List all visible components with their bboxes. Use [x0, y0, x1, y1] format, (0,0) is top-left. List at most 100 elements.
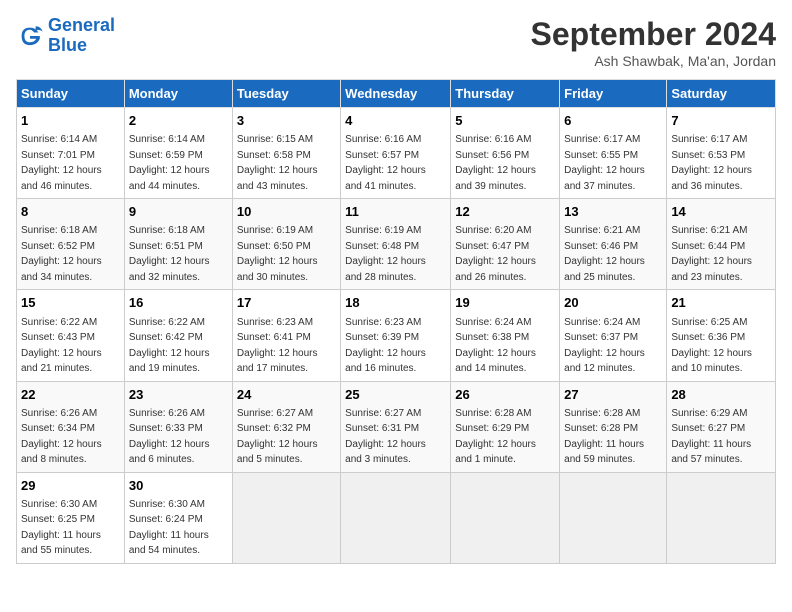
calendar-table: SundayMondayTuesdayWednesdayThursdayFrid…	[16, 79, 776, 564]
weekday-header: Monday	[124, 80, 232, 108]
day-number: 7	[671, 112, 771, 130]
day-number: 24	[237, 386, 336, 404]
calendar-cell: 26 Sunrise: 6:28 AM Sunset: 6:29 PM Dayli…	[451, 381, 560, 472]
day-number: 12	[455, 203, 555, 221]
page-header: General Blue September 2024 Ash Shawbak,…	[16, 16, 776, 69]
day-detail: Sunrise: 6:28 AM Sunset: 6:28 PM Dayligh…	[564, 408, 644, 466]
logo-icon	[16, 22, 44, 50]
weekday-header: Tuesday	[232, 80, 340, 108]
day-detail: Sunrise: 6:18 AM Sunset: 6:51 PM Dayligh…	[129, 225, 210, 283]
title-section: September 2024 Ash Shawbak, Ma'an, Jorda…	[531, 16, 776, 69]
day-number: 19	[455, 294, 555, 312]
day-number: 14	[671, 203, 771, 221]
day-detail: Sunrise: 6:17 AM Sunset: 6:55 PM Dayligh…	[564, 134, 645, 192]
weekday-header: Saturday	[667, 80, 776, 108]
day-number: 3	[237, 112, 336, 130]
day-number: 13	[564, 203, 662, 221]
day-detail: Sunrise: 6:27 AM Sunset: 6:32 PM Dayligh…	[237, 408, 318, 466]
day-number: 5	[455, 112, 555, 130]
location: Ash Shawbak, Ma'an, Jordan	[531, 53, 776, 69]
day-number: 22	[21, 386, 120, 404]
day-detail: Sunrise: 6:18 AM Sunset: 6:52 PM Dayligh…	[21, 225, 102, 283]
day-detail: Sunrise: 6:20 AM Sunset: 6:47 PM Dayligh…	[455, 225, 536, 283]
day-number: 11	[345, 203, 446, 221]
day-detail: Sunrise: 6:19 AM Sunset: 6:48 PM Dayligh…	[345, 225, 426, 283]
day-number: 16	[129, 294, 228, 312]
day-number: 26	[455, 386, 555, 404]
day-detail: Sunrise: 6:24 AM Sunset: 6:37 PM Dayligh…	[564, 317, 645, 375]
calendar-cell: 5 Sunrise: 6:16 AM Sunset: 6:56 PM Daylig…	[451, 108, 560, 199]
day-detail: Sunrise: 6:21 AM Sunset: 6:46 PM Dayligh…	[564, 225, 645, 283]
day-number: 4	[345, 112, 446, 130]
calendar-cell: 27 Sunrise: 6:28 AM Sunset: 6:28 PM Dayli…	[560, 381, 667, 472]
calendar-week-row: 8 Sunrise: 6:18 AM Sunset: 6:52 PM Daylig…	[17, 199, 776, 290]
day-detail: Sunrise: 6:30 AM Sunset: 6:25 PM Dayligh…	[21, 499, 101, 557]
day-detail: Sunrise: 6:23 AM Sunset: 6:39 PM Dayligh…	[345, 317, 426, 375]
calendar-cell: 30 Sunrise: 6:30 AM Sunset: 6:24 PM Dayli…	[124, 472, 232, 563]
day-detail: Sunrise: 6:28 AM Sunset: 6:29 PM Dayligh…	[455, 408, 536, 466]
calendar-cell: 11 Sunrise: 6:19 AM Sunset: 6:48 PM Dayli…	[341, 199, 451, 290]
day-detail: Sunrise: 6:15 AM Sunset: 6:58 PM Dayligh…	[237, 134, 318, 192]
day-number: 29	[21, 477, 120, 495]
day-detail: Sunrise: 6:25 AM Sunset: 6:36 PM Dayligh…	[671, 317, 752, 375]
calendar-cell: 16 Sunrise: 6:22 AM Sunset: 6:42 PM Dayli…	[124, 290, 232, 381]
calendar-cell: 9 Sunrise: 6:18 AM Sunset: 6:51 PM Daylig…	[124, 199, 232, 290]
logo-text: General Blue	[48, 16, 115, 56]
calendar-cell	[451, 472, 560, 563]
day-detail: Sunrise: 6:24 AM Sunset: 6:38 PM Dayligh…	[455, 317, 536, 375]
day-number: 6	[564, 112, 662, 130]
calendar-cell	[560, 472, 667, 563]
day-detail: Sunrise: 6:14 AM Sunset: 6:59 PM Dayligh…	[129, 134, 210, 192]
day-number: 20	[564, 294, 662, 312]
day-number: 23	[129, 386, 228, 404]
day-number: 8	[21, 203, 120, 221]
day-detail: Sunrise: 6:23 AM Sunset: 6:41 PM Dayligh…	[237, 317, 318, 375]
day-number: 15	[21, 294, 120, 312]
day-number: 10	[237, 203, 336, 221]
day-detail: Sunrise: 6:22 AM Sunset: 6:42 PM Dayligh…	[129, 317, 210, 375]
calendar-cell: 21 Sunrise: 6:25 AM Sunset: 6:36 PM Dayli…	[667, 290, 776, 381]
calendar-cell: 7 Sunrise: 6:17 AM Sunset: 6:53 PM Daylig…	[667, 108, 776, 199]
calendar-cell: 1 Sunrise: 6:14 AM Sunset: 7:01 PM Daylig…	[17, 108, 125, 199]
day-detail: Sunrise: 6:22 AM Sunset: 6:43 PM Dayligh…	[21, 317, 102, 375]
day-detail: Sunrise: 6:30 AM Sunset: 6:24 PM Dayligh…	[129, 499, 209, 557]
day-number: 21	[671, 294, 771, 312]
weekday-header: Wednesday	[341, 80, 451, 108]
calendar-cell: 17 Sunrise: 6:23 AM Sunset: 6:41 PM Dayli…	[232, 290, 340, 381]
day-number: 27	[564, 386, 662, 404]
calendar-cell: 6 Sunrise: 6:17 AM Sunset: 6:55 PM Daylig…	[560, 108, 667, 199]
calendar-week-row: 29 Sunrise: 6:30 AM Sunset: 6:25 PM Dayli…	[17, 472, 776, 563]
day-number: 1	[21, 112, 120, 130]
day-number: 2	[129, 112, 228, 130]
day-detail: Sunrise: 6:19 AM Sunset: 6:50 PM Dayligh…	[237, 225, 318, 283]
day-detail: Sunrise: 6:16 AM Sunset: 6:56 PM Dayligh…	[455, 134, 536, 192]
day-detail: Sunrise: 6:14 AM Sunset: 7:01 PM Dayligh…	[21, 134, 102, 192]
day-detail: Sunrise: 6:16 AM Sunset: 6:57 PM Dayligh…	[345, 134, 426, 192]
day-detail: Sunrise: 6:21 AM Sunset: 6:44 PM Dayligh…	[671, 225, 752, 283]
calendar-cell: 10 Sunrise: 6:19 AM Sunset: 6:50 PM Dayli…	[232, 199, 340, 290]
weekday-header: Sunday	[17, 80, 125, 108]
calendar-cell: 28 Sunrise: 6:29 AM Sunset: 6:27 PM Dayli…	[667, 381, 776, 472]
calendar-week-row: 22Sunrise: 6:26 AM Sunset: 6:34 PM Dayli…	[17, 381, 776, 472]
weekday-header: Thursday	[451, 80, 560, 108]
calendar-cell: 25 Sunrise: 6:27 AM Sunset: 6:31 PM Dayli…	[341, 381, 451, 472]
calendar-cell	[341, 472, 451, 563]
day-number: 25	[345, 386, 446, 404]
calendar-cell: 20 Sunrise: 6:24 AM Sunset: 6:37 PM Dayli…	[560, 290, 667, 381]
day-number: 28	[671, 386, 771, 404]
calendar-cell: 8 Sunrise: 6:18 AM Sunset: 6:52 PM Daylig…	[17, 199, 125, 290]
day-detail: Sunrise: 6:17 AM Sunset: 6:53 PM Dayligh…	[671, 134, 752, 192]
calendar-cell	[232, 472, 340, 563]
calendar-cell: 24 Sunrise: 6:27 AM Sunset: 6:32 PM Dayli…	[232, 381, 340, 472]
calendar-cell: 22Sunrise: 6:26 AM Sunset: 6:34 PM Dayli…	[17, 381, 125, 472]
calendar-cell: 18Sunrise: 6:23 AM Sunset: 6:39 PM Dayli…	[341, 290, 451, 381]
month-title: September 2024	[531, 16, 776, 53]
day-number: 30	[129, 477, 228, 495]
calendar-cell: 4 Sunrise: 6:16 AM Sunset: 6:57 PM Daylig…	[341, 108, 451, 199]
day-number: 9	[129, 203, 228, 221]
weekday-header-row: SundayMondayTuesdayWednesdayThursdayFrid…	[17, 80, 776, 108]
day-detail: Sunrise: 6:29 AM Sunset: 6:27 PM Dayligh…	[671, 408, 751, 466]
calendar-week-row: 15 Sunrise: 6:22 AM Sunset: 6:43 PM Dayli…	[17, 290, 776, 381]
day-detail: Sunrise: 6:27 AM Sunset: 6:31 PM Dayligh…	[345, 408, 426, 466]
day-number: 17	[237, 294, 336, 312]
